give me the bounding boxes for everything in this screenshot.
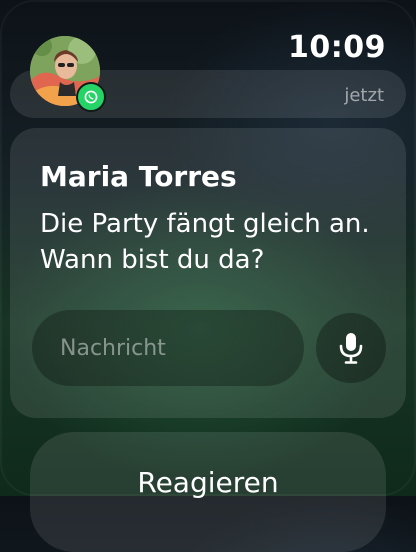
sender-name: Maria Torres (40, 160, 237, 193)
react-button[interactable]: Reagieren (30, 432, 386, 552)
message-text: Die Party fängt gleich an. Wann bist du … (40, 209, 370, 275)
reply-placeholder: Nachricht (60, 335, 166, 361)
microphone-icon (339, 333, 363, 364)
whatsapp-glyph (84, 90, 98, 104)
clock-time: 10:09 (288, 30, 386, 65)
notification-timestamp: jetzt (344, 85, 384, 106)
whatsapp-icon (76, 82, 106, 112)
reply-text-field[interactable]: Nachricht (32, 310, 304, 386)
dictation-button[interactable] (316, 313, 386, 383)
react-button-label: Reagieren (137, 466, 279, 499)
notification-card[interactable]: Maria Torres Die Party fängt gleich an. … (10, 128, 406, 418)
